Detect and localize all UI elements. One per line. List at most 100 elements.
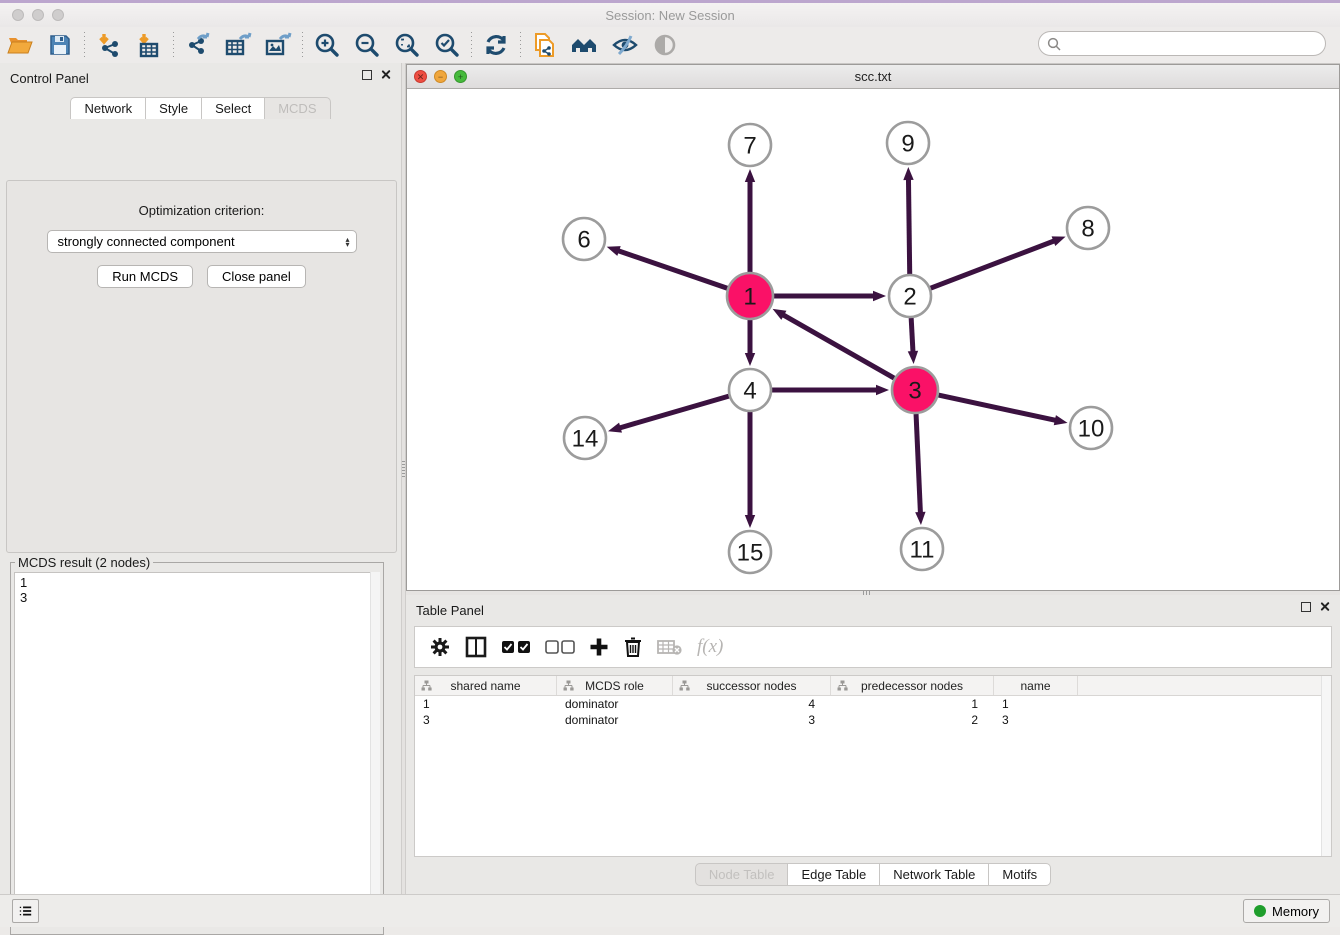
close-panel-button[interactable]: Close panel	[207, 265, 306, 288]
control-tab-mcds[interactable]: MCDS	[265, 97, 330, 119]
graph-node-label: 8	[1081, 216, 1094, 243]
graph-edge-2-9[interactable]	[908, 178, 909, 274]
export-table-button[interactable]	[218, 29, 258, 61]
unselect-all-columns-button[interactable]	[545, 632, 575, 662]
graph-edge-arrow	[608, 423, 622, 433]
zoom-fit-button[interactable]	[387, 29, 427, 61]
table-cell[interactable]: 3	[994, 712, 1078, 728]
export-image-button[interactable]	[258, 29, 298, 61]
column-header-successor-nodes[interactable]: successor nodes	[673, 676, 831, 695]
table-tab-node-table[interactable]: Node Table	[695, 863, 789, 886]
table-cell[interactable]: 1	[831, 696, 994, 712]
zoom-in-button[interactable]	[307, 29, 347, 61]
column-header-name[interactable]: name	[994, 676, 1078, 695]
control-tab-network[interactable]: Network	[70, 97, 146, 119]
graph-edge-3-1[interactable]	[782, 314, 894, 378]
duplicate-network-button[interactable]	[525, 29, 565, 61]
graph-node-label: 15	[737, 540, 764, 567]
table-row: 3dominator323	[415, 712, 1331, 728]
float-panel-icon[interactable]	[1301, 602, 1311, 612]
table-tab-motifs[interactable]: Motifs	[989, 863, 1051, 886]
graph-edge-1-6[interactable]	[617, 250, 727, 288]
task-history-button[interactable]	[12, 899, 39, 923]
search-input[interactable]	[1067, 35, 1317, 52]
network-view-window: scc.txt ✕ − + 7968124314101511	[406, 64, 1340, 591]
save-disk-icon	[48, 33, 72, 57]
table-cell[interactable]: 1	[415, 696, 557, 712]
show-all-button[interactable]	[645, 29, 685, 61]
zoom-selected-button[interactable]	[427, 29, 467, 61]
column-header-MCDS-role[interactable]: MCDS role	[557, 676, 673, 695]
save-session-button[interactable]	[40, 29, 80, 61]
network-minimize-icon[interactable]: −	[434, 70, 447, 83]
table-cell[interactable]: 1	[994, 696, 1078, 712]
graph-node-label: 1	[743, 284, 756, 311]
mcds-result-scrollbar[interactable]	[370, 572, 380, 927]
graph-node-label: 6	[577, 227, 590, 254]
optimization-criterion-select[interactable]: strongly connected component ▴▾	[47, 230, 357, 253]
show-column-panel-button[interactable]	[465, 632, 487, 662]
open-session-button[interactable]	[0, 29, 40, 61]
table-cell[interactable]: 2	[831, 712, 994, 728]
toolbar-separator	[520, 32, 521, 58]
network-maximize-icon[interactable]: +	[454, 70, 467, 83]
export-network-button[interactable]	[178, 29, 218, 61]
table-cell[interactable]: dominator	[557, 712, 673, 728]
control-tab-style[interactable]: Style	[146, 97, 202, 119]
table-cell[interactable]: 3	[415, 712, 557, 728]
network-close-icon[interactable]: ✕	[414, 70, 427, 83]
zoom-selected-icon	[433, 31, 461, 59]
graph-edge-arrow	[1054, 415, 1068, 425]
table-cell[interactable]: 3	[673, 712, 831, 728]
select-stepper-icon: ▴▾	[345, 237, 349, 247]
main-toolbar	[0, 27, 1340, 64]
float-panel-icon[interactable]	[362, 70, 372, 80]
table-scrollbar[interactable]	[1321, 676, 1331, 856]
add-row-button[interactable]	[589, 632, 609, 662]
import-network-button[interactable]	[89, 29, 129, 61]
close-panel-icon[interactable]	[1319, 601, 1330, 612]
first-neighbors-button[interactable]	[565, 29, 605, 61]
graph-edge-3-10[interactable]	[938, 395, 1056, 421]
column-header-shared-name[interactable]: shared name	[415, 676, 557, 695]
graph-edge-3-11[interactable]	[916, 414, 920, 514]
selected-criterion: strongly connected component	[58, 234, 346, 249]
table-tab-network-table[interactable]: Network Table	[880, 863, 989, 886]
zoom-out-icon	[353, 31, 381, 59]
table-settings-button[interactable]	[429, 632, 451, 662]
table-tab-edge-table[interactable]: Edge Table	[788, 863, 880, 886]
import-table-button[interactable]	[129, 29, 169, 61]
control-panel: Control Panel NetworkStyleSelectMCDS Opt…	[0, 63, 401, 894]
application-window: Session: New Session	[0, 0, 1340, 926]
graph-node-label: 3	[908, 378, 921, 405]
mcds-result-text[interactable]: 1 3	[14, 572, 380, 927]
function-builder-button[interactable]: f(x)	[697, 632, 723, 662]
table-toolbar: f(x)	[414, 626, 1332, 668]
run-mcds-button[interactable]: Run MCDS	[97, 265, 193, 288]
graph-edge-arrow	[607, 246, 621, 256]
control-tab-select[interactable]: Select	[202, 97, 265, 119]
delete-table-button[interactable]	[657, 632, 683, 662]
network-canvas[interactable]: 7968124314101511	[407, 88, 1339, 590]
select-all-columns-button[interactable]	[501, 632, 531, 662]
graph-edge-2-3[interactable]	[911, 318, 913, 353]
list-icon	[19, 904, 32, 918]
close-panel-icon[interactable]	[380, 69, 391, 80]
table-tabs: Node TableEdge TableNetwork TableMotifs	[406, 863, 1340, 886]
table-row: 1dominator411	[415, 696, 1331, 712]
memory-button[interactable]: Memory	[1243, 899, 1330, 923]
graph-edge-4-14[interactable]	[619, 396, 729, 428]
graph-edge-2-8[interactable]	[931, 240, 1056, 288]
apply-layout-button[interactable]	[476, 29, 516, 61]
hide-selected-button[interactable]	[605, 29, 645, 61]
graph-node-label: 10	[1078, 416, 1105, 443]
delete-rows-button[interactable]	[623, 632, 643, 662]
column-header-predecessor-nodes[interactable]: predecessor nodes	[831, 676, 994, 695]
table-cell[interactable]: 4	[673, 696, 831, 712]
zoom-out-button[interactable]	[347, 29, 387, 61]
toolbar-separator	[302, 32, 303, 58]
columns-icon	[465, 636, 487, 658]
table-cell[interactable]: dominator	[557, 696, 673, 712]
gear-icon	[429, 636, 451, 658]
status-bar: Memory	[0, 894, 1340, 927]
